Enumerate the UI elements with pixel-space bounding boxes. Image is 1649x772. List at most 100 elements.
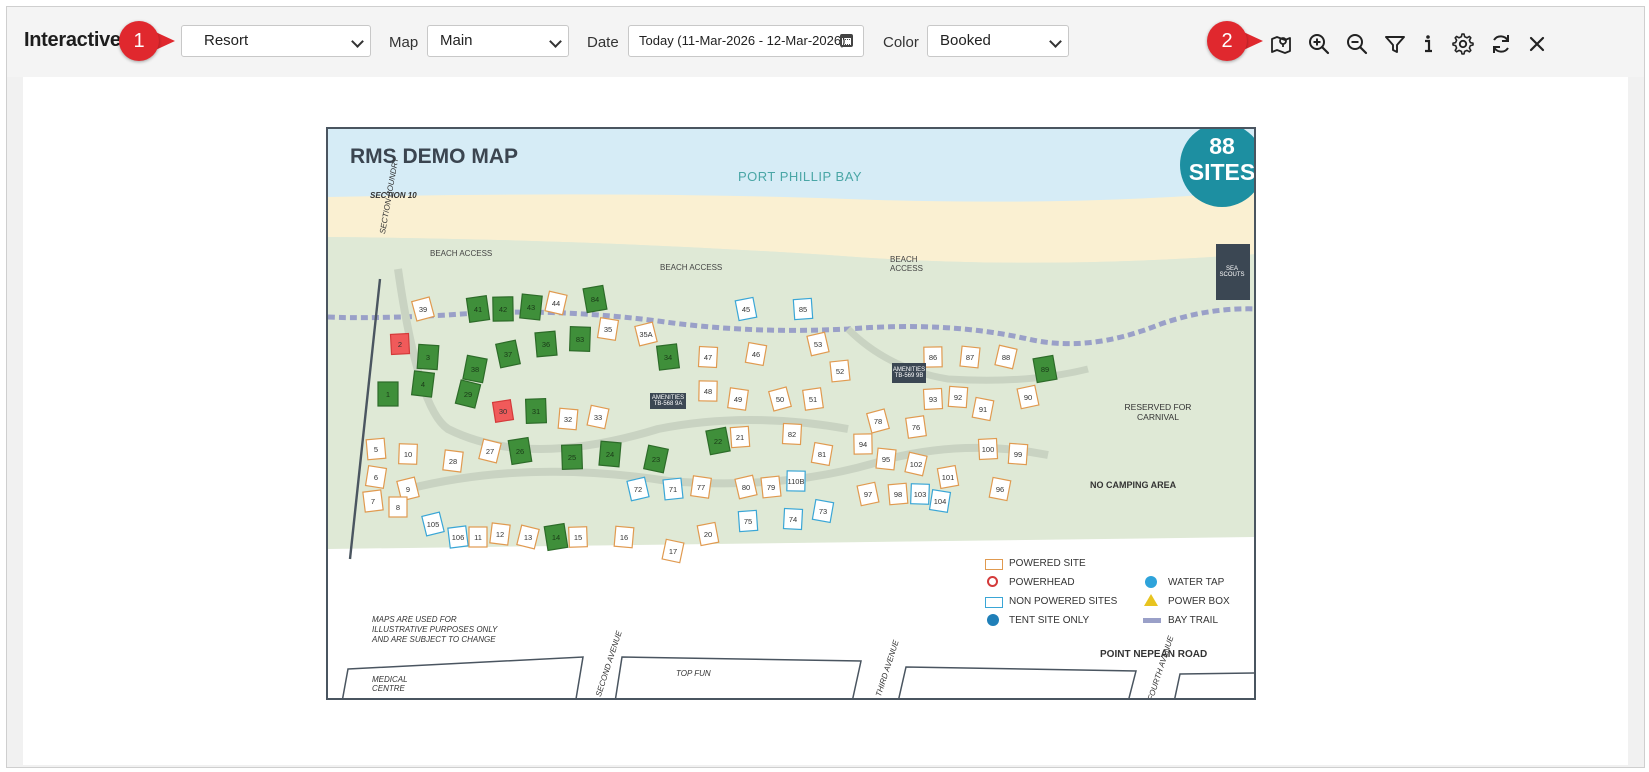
map-site-25[interactable]: 25 <box>560 444 584 470</box>
map-site-21[interactable]: 21 <box>729 425 751 449</box>
map-site-28[interactable]: 28 <box>442 449 464 473</box>
map-site-10[interactable]: 10 <box>398 443 418 465</box>
map-site-49[interactable]: 49 <box>727 387 749 411</box>
map-site-86[interactable]: 86 <box>923 346 943 368</box>
map-site-95[interactable]: 95 <box>875 447 897 471</box>
map-site-74[interactable]: 74 <box>782 507 804 531</box>
map-site-8[interactable]: 8 <box>388 496 408 518</box>
map-site-85[interactable]: 85 <box>792 297 814 321</box>
map-site-37[interactable]: 37 <box>495 339 521 369</box>
map-site-87[interactable]: 87 <box>959 345 981 369</box>
map-site-35[interactable]: 35 <box>596 317 620 341</box>
map-site-89[interactable]: 89 <box>1032 354 1058 384</box>
filter-icon[interactable] <box>1382 31 1408 57</box>
map-site-label: 86 <box>929 353 937 362</box>
map-site-22[interactable]: 22 <box>705 426 731 456</box>
map-site-71[interactable]: 71 <box>662 477 684 501</box>
close-icon[interactable] <box>1524 31 1550 57</box>
map-site-106[interactable]: 106 <box>447 525 469 549</box>
map-site-104[interactable]: 104 <box>928 489 952 513</box>
map-site-17[interactable]: 17 <box>661 538 685 564</box>
map-site-6[interactable]: 6 <box>364 465 388 489</box>
map-site-20[interactable]: 20 <box>696 521 720 547</box>
map-site-27[interactable]: 27 <box>478 438 502 464</box>
map-site-label: 49 <box>734 395 742 404</box>
map-site-45[interactable]: 45 <box>734 296 758 322</box>
map-site-96[interactable]: 96 <box>988 476 1012 502</box>
map-site-12[interactable]: 12 <box>489 522 511 546</box>
map-site-4[interactable]: 4 <box>410 370 436 398</box>
map-site-7[interactable]: 7 <box>362 489 384 513</box>
calendar-icon[interactable] <box>840 34 853 47</box>
map-site-41[interactable]: 41 <box>465 295 491 323</box>
map-site-92[interactable]: 92 <box>947 385 969 409</box>
map-site-88[interactable]: 88 <box>994 344 1018 370</box>
map-site-98[interactable]: 98 <box>887 482 909 506</box>
property-select[interactable]: Resort <box>181 25 371 57</box>
date-picker[interactable]: Today (11-Mar-2026 - 12-Mar-2026) <box>628 25 864 57</box>
map-site-52[interactable]: 52 <box>829 359 851 383</box>
map-site-15[interactable]: 15 <box>568 526 588 548</box>
map-site-33[interactable]: 33 <box>586 404 610 430</box>
map-site-1[interactable]: 1 <box>377 381 399 407</box>
settings-icon[interactable] <box>1450 31 1476 57</box>
map-site-38[interactable]: 38 <box>462 354 488 384</box>
map-site-76[interactable]: 76 <box>905 415 927 439</box>
map-site-48[interactable]: 48 <box>698 380 718 402</box>
map-site-30[interactable]: 30 <box>491 399 515 423</box>
map-site-101[interactable]: 101 <box>936 464 960 490</box>
map-icon[interactable] <box>1268 31 1294 57</box>
map-site-75[interactable]: 75 <box>737 509 759 533</box>
legend-tent: TENT SITE ONLY <box>1009 615 1090 626</box>
map-site-81[interactable]: 81 <box>810 441 834 467</box>
map-site-90[interactable]: 90 <box>1016 384 1040 410</box>
map-site-3[interactable]: 3 <box>416 343 440 371</box>
map-site-32[interactable]: 32 <box>557 407 579 431</box>
map-site-35A[interactable]: 35A <box>634 321 658 347</box>
color-select[interactable]: Booked <box>927 25 1069 57</box>
map-site-97[interactable]: 97 <box>856 481 880 507</box>
map-site-77[interactable]: 77 <box>690 475 712 499</box>
map-site-31[interactable]: 31 <box>524 398 548 424</box>
street-medical-centre: MEDICAL CENTRE <box>372 675 408 693</box>
map-site-42[interactable]: 42 <box>492 296 514 322</box>
map-site-26[interactable]: 26 <box>507 436 533 466</box>
map-site-100[interactable]: 100 <box>977 437 999 461</box>
map-site-80[interactable]: 80 <box>734 474 758 500</box>
map-site-23[interactable]: 23 <box>643 444 669 474</box>
map-site-91[interactable]: 91 <box>971 396 995 422</box>
map-site-53[interactable]: 53 <box>806 331 830 357</box>
map-site-11[interactable]: 11 <box>468 526 488 548</box>
map-site-24[interactable]: 24 <box>598 440 622 468</box>
map-site-94[interactable]: 94 <box>853 433 873 455</box>
map-site-36[interactable]: 36 <box>534 330 558 358</box>
map-site-93[interactable]: 93 <box>922 387 944 411</box>
map-site-82[interactable]: 82 <box>781 422 803 446</box>
map-site-84[interactable]: 84 <box>582 284 608 314</box>
map-site-43[interactable]: 43 <box>519 293 543 321</box>
map-site-47[interactable]: 47 <box>697 345 719 369</box>
map-site-79[interactable]: 79 <box>760 475 782 499</box>
map-site-105[interactable]: 105 <box>421 511 445 537</box>
map-site-2[interactable]: 2 <box>389 332 411 356</box>
info-icon[interactable] <box>1415 31 1441 57</box>
map-site-83[interactable]: 83 <box>568 326 592 352</box>
map-site-73[interactable]: 73 <box>811 498 835 524</box>
map-site-103[interactable]: 103 <box>910 483 930 505</box>
map-site-34[interactable]: 34 <box>655 343 681 371</box>
map-site-13[interactable]: 13 <box>516 524 540 550</box>
refresh-icon[interactable] <box>1488 31 1514 57</box>
map-site-51[interactable]: 51 <box>802 387 824 411</box>
map-site-46[interactable]: 46 <box>744 341 768 367</box>
map-site-99[interactable]: 99 <box>1007 442 1029 466</box>
zoom-out-icon[interactable] <box>1344 31 1370 57</box>
map-site-110B[interactable]: 110B <box>786 470 806 492</box>
map-site-16[interactable]: 16 <box>613 525 635 549</box>
zoom-in-icon[interactable] <box>1306 31 1332 57</box>
map-site-44[interactable]: 44 <box>544 290 568 316</box>
map-site-5[interactable]: 5 <box>365 437 387 461</box>
map-site-102[interactable]: 102 <box>904 451 928 477</box>
map-site-72[interactable]: 72 <box>626 476 650 502</box>
map-select[interactable]: Main <box>427 25 569 57</box>
map-site-14[interactable]: 14 <box>543 522 569 552</box>
